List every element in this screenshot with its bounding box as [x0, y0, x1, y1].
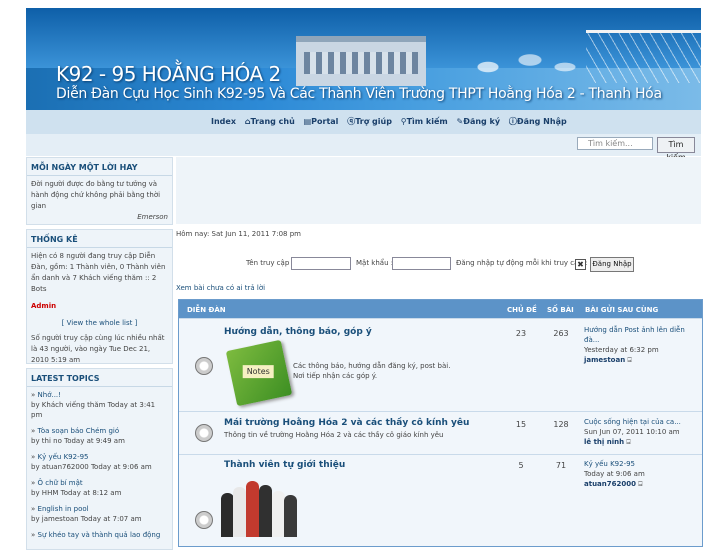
goto-post-icon[interactable]: ⍈ — [626, 438, 630, 446]
topic-count: 15 — [515, 420, 527, 429]
last-post: Kỷ yếu K92-95 Today at 9:06 am atuan7620… — [584, 459, 699, 489]
site-title[interactable]: K92 - 95 HOẰNG HÓA 2 — [56, 62, 281, 86]
username-label: Tên truy cập : — [246, 259, 294, 267]
topic-count: 23 — [515, 329, 527, 338]
forum-title[interactable]: Thành viên tự giới thiệu — [224, 460, 345, 470]
forum-status-icon — [195, 357, 213, 375]
last-post-link[interactable]: Cuộc sống hiện tại của ca... — [584, 417, 699, 427]
nav-search[interactable]: ⚲Tìm kiếm — [401, 117, 448, 126]
goto-post-icon[interactable]: ⍈ — [638, 480, 642, 488]
search-input[interactable]: Tìm kiếm... — [577, 137, 653, 150]
last-post-time: Yesterday at 6:32 pm — [584, 346, 659, 354]
forum-table-header: DIỄN ĐÀN CHỦ ĐỀ SỐ BÀI BÀI GỬI SAU CÙNG — [179, 300, 702, 318]
autologin-label: Đăng nhập tự động mỗi khi truy cập : — [456, 259, 588, 267]
latest-item[interactable]: » Ô chữ bí mật by HHM Today at 8:12 am — [31, 478, 168, 498]
quote-text: Đời người được đo bằng tư tưởng và hành … — [31, 180, 161, 210]
current-time: Hôm nay: Sat Jun 11, 2011 7:08 pm — [176, 230, 302, 238]
forum-row[interactable]: Hướng dẫn, thông báo, góp ý Notes Các th… — [179, 318, 702, 411]
latest-item[interactable]: » Kỷ yếu K92-95 by atuan762000 Today at 9… — [31, 452, 168, 472]
ad-panel — [176, 157, 701, 224]
forum-description: Thông tin về trường Hoằng Hóa 2 và các t… — [224, 431, 444, 439]
admin-link[interactable]: Admin — [31, 301, 168, 312]
search-button[interactable]: Tìm kiếm — [657, 137, 695, 162]
goto-post-icon[interactable]: ⍈ — [627, 356, 631, 364]
forum-status-icon — [195, 511, 213, 529]
post-count: 128 — [553, 420, 569, 429]
autologin-checkbox[interactable]: ✖ — [575, 259, 586, 270]
stats-box: THỐNG KÊ Hiện có 8 người đang truy cập D… — [26, 229, 173, 364]
nav-portal[interactable]: ▤Portal — [304, 117, 339, 126]
online-text: Hiện có 8 người đang truy cập Diễn Đàn, … — [31, 252, 166, 293]
col-topics: CHỦ ĐỀ — [507, 306, 537, 314]
school-building-image — [296, 36, 426, 86]
bridge-image — [586, 30, 701, 83]
nav-home[interactable]: ⌂Trang chủ — [245, 117, 295, 126]
password-label: Mật khẩu : — [356, 259, 394, 267]
record-text: Số người truy cập cùng lúc nhiều nhất là… — [31, 334, 165, 364]
col-posts: SỐ BÀI — [547, 306, 574, 314]
post-count: 71 — [555, 461, 567, 470]
quote-author: Emerson — [137, 213, 168, 221]
main-navbar: Index ⌂Trang chủ ▤Portal ⓠTrợ giúp ⚲Tìm … — [26, 110, 701, 135]
latest-item[interactable]: » Tòa soạn báo Chém gió by thi no Today a… — [31, 426, 168, 446]
last-post-link[interactable]: Kỷ yếu K92-95 — [584, 459, 699, 469]
password-input[interactable] — [392, 257, 451, 270]
forum-description: Các thông báo, hướng dẫn đăng ký, post b… — [293, 362, 451, 380]
unanswered-link[interactable]: Xem bài chưa có ai trả lời — [176, 284, 265, 292]
last-post-user[interactable]: jamestoan — [584, 356, 625, 364]
nav-register[interactable]: ✎Đăng ký — [457, 117, 501, 126]
post-count: 263 — [553, 329, 569, 338]
members-image — [221, 477, 299, 537]
forum-table: DIỄN ĐÀN CHỦ ĐỀ SỐ BÀI BÀI GỬI SAU CÙNG … — [178, 299, 703, 547]
latest-header: LATEST TOPICS — [27, 369, 172, 387]
latest-topics-box: LATEST TOPICS » Nhớ...! by Khách viếng th… — [26, 368, 173, 550]
last-post: Hướng dẫn Post ảnh lên diễn đà... Yester… — [584, 325, 699, 365]
login-icon: ⓘ — [508, 117, 517, 126]
col-forum: DIỄN ĐÀN — [187, 306, 226, 314]
nav-help[interactable]: ⓠTrợ giúp — [347, 117, 392, 126]
portal-icon: ▤ — [303, 117, 312, 126]
site-subtitle: Diễn Đàn Cựu Học Sinh K92-95 Và Các Thàn… — [56, 86, 662, 102]
stats-header: THỐNG KÊ — [27, 230, 172, 248]
quote-box: MỖI NGÀY MỘT LỜI HAY Đời người được đo b… — [26, 157, 173, 225]
forum-status-icon — [195, 424, 213, 442]
forum-row[interactable]: Thành viên tự giới thiệu 5 71 Kỷ yếu K92… — [179, 454, 702, 546]
search-bar: Tìm kiếm... Tìm kiếm — [26, 134, 701, 162]
last-post-link[interactable]: Hướng dẫn Post ảnh lên diễn đà... — [584, 325, 699, 345]
last-post-user[interactable]: lê thị ninh — [584, 438, 624, 446]
students-image — [446, 18, 586, 88]
latest-item[interactable]: » Nhớ...! by Khách viếng thăm Today at 3:… — [31, 390, 168, 420]
forum-row[interactable]: Mái trường Hoằng Hóa 2 và các thầy cô kí… — [179, 411, 702, 454]
quote-header: MỖI NGÀY MỘT LỜI HAY — [27, 158, 172, 176]
forum-title[interactable]: Mái trường Hoằng Hóa 2 và các thầy cô kí… — [224, 418, 469, 428]
col-last: BÀI GỬI SAU CÙNG — [585, 306, 659, 314]
latest-item[interactable]: » Sự khéo tay và thành quả lao động — [31, 530, 168, 540]
topic-count: 5 — [518, 461, 524, 470]
view-list-link[interactable]: [ View the whole list ] — [31, 318, 168, 329]
header-banner: K92 - 95 HOẰNG HÓA 2 Diễn Đàn Cựu Học Si… — [26, 8, 701, 110]
nav-login[interactable]: ⓘĐăng Nhập — [509, 117, 567, 126]
latest-item[interactable]: » English in pool by jamestoan Today at 7… — [31, 504, 168, 524]
username-input[interactable] — [291, 257, 351, 270]
forum-title[interactable]: Hướng dẫn, thông báo, góp ý — [224, 327, 372, 337]
last-post: Cuộc sống hiện tại của ca... Sun Jun 07,… — [584, 417, 699, 447]
login-button[interactable]: Đăng Nhập — [590, 257, 634, 272]
notes-image: Notes — [225, 339, 293, 407]
nav-index[interactable]: Index — [211, 117, 236, 126]
last-post-user[interactable]: atuan762000 — [584, 480, 636, 488]
last-post-time: Sun Jun 07, 2011 10:10 am — [584, 428, 680, 436]
last-post-time: Today at 9:06 am — [584, 470, 645, 478]
